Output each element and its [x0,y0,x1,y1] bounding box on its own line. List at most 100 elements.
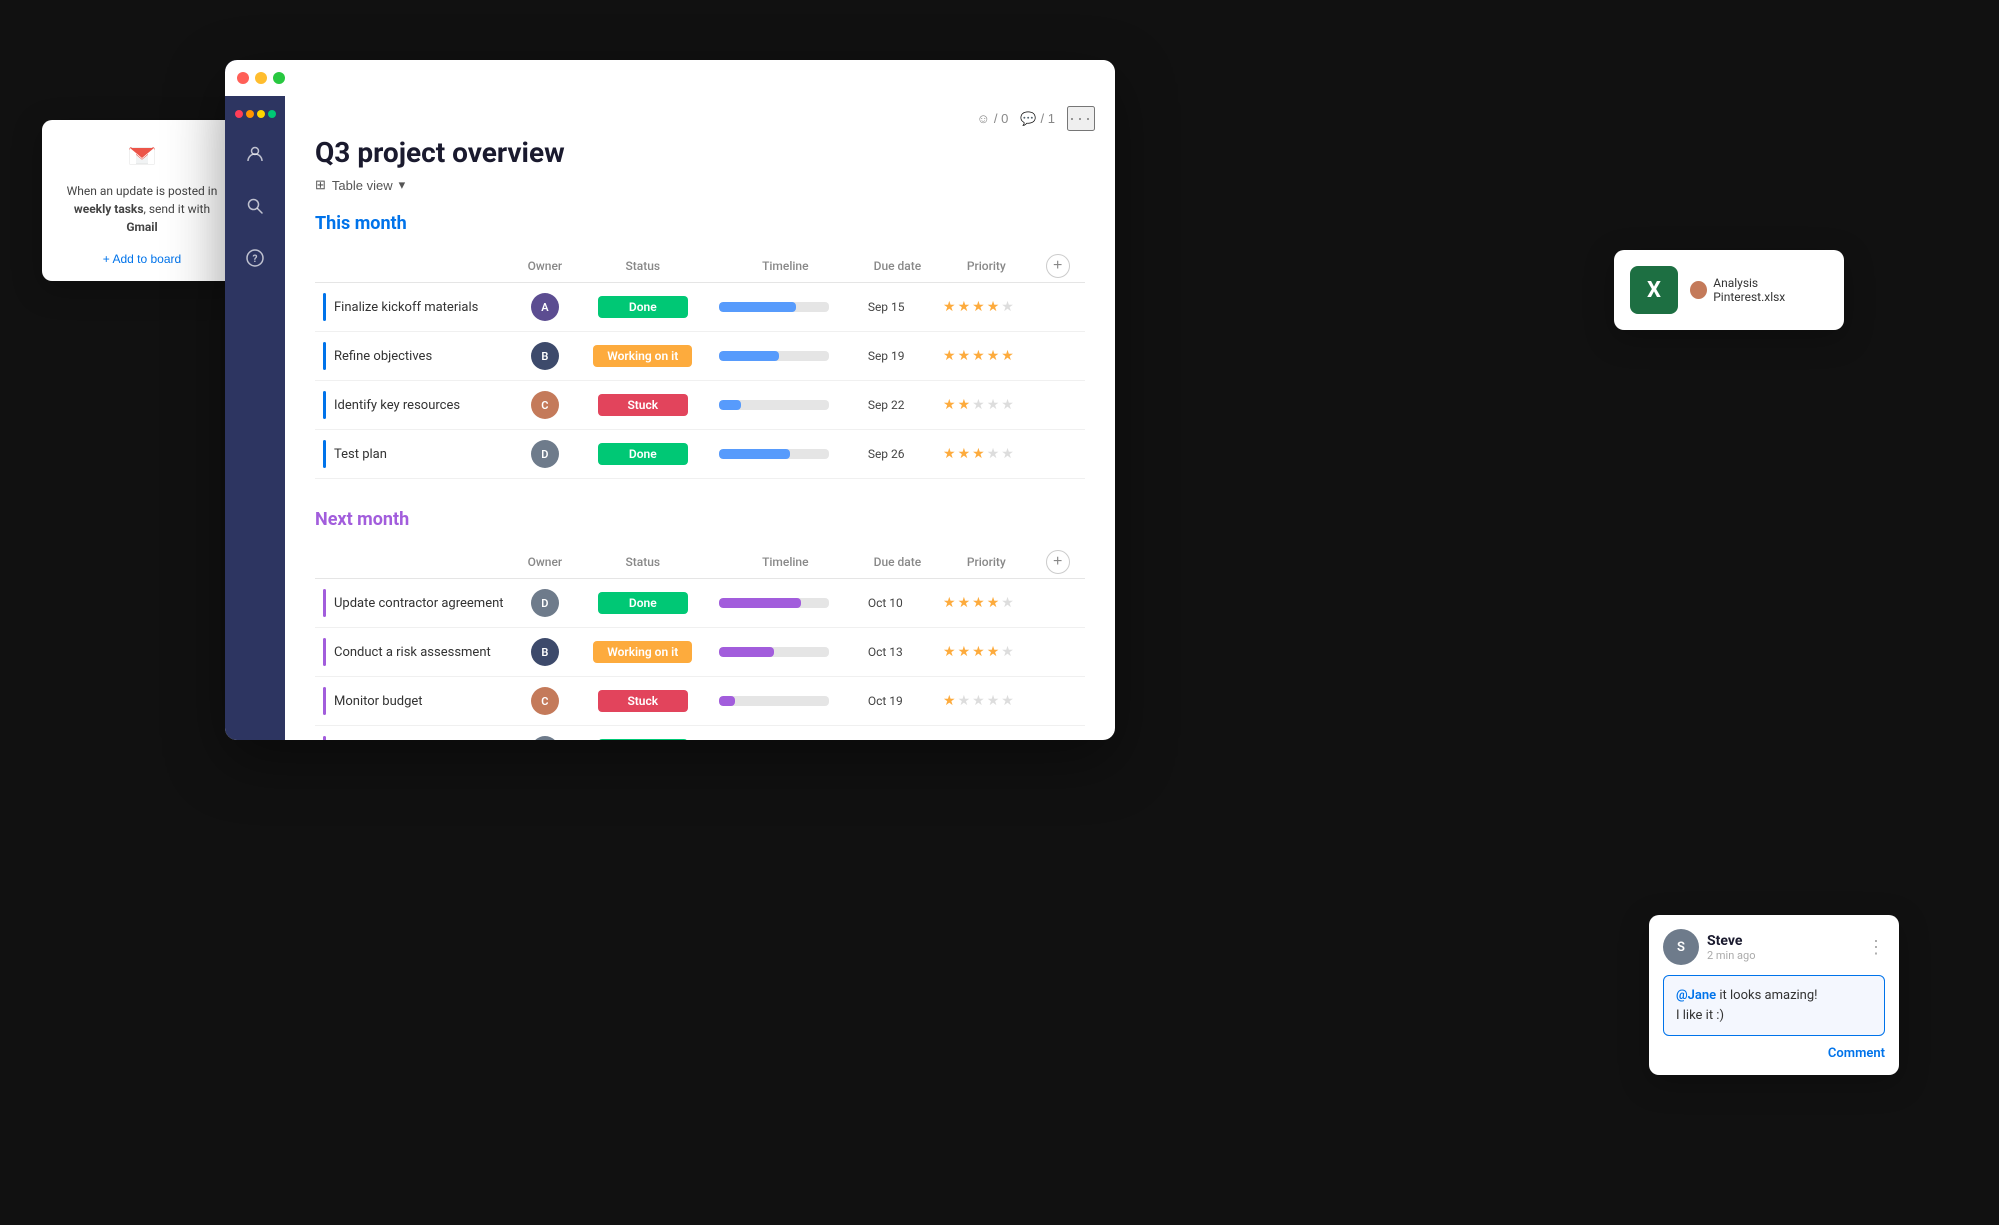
left-bar [323,293,326,321]
star-5: ★ [1001,693,1014,709]
priority-cell: ★★★★★ [935,381,1038,430]
avatar: C [531,391,559,419]
sidebar-search-icon[interactable] [239,190,271,222]
this-month-table: Owner Status Timeline Due date Priority … [315,250,1085,479]
priority-stars: ★★★★★ [943,644,1030,660]
priority-cell: ★★★★★ [935,332,1038,381]
comment-action-button[interactable]: Comment [1663,1046,1885,1061]
timeline-fill [719,449,791,459]
status-badge[interactable]: Stuck [598,690,688,712]
due-date-cell: Oct 10 [860,579,935,628]
comment-timestamp: 2 min ago [1707,949,1859,962]
table-row: Refine objectives B Working on it Sep 19 [315,332,1085,381]
extra-cell [1038,283,1085,332]
star-5: ★ [1001,397,1014,413]
avatar: B [531,342,559,370]
gmail-icon [58,140,226,172]
star-1: ★ [943,397,956,413]
close-dot[interactable] [237,72,249,84]
star-1: ★ [943,595,956,611]
add-to-board-button[interactable]: + Add to board [103,252,181,266]
maximize-dot[interactable] [273,72,285,84]
owner-cell: B [515,332,575,381]
header-controls: ☺ / 0 💬 / 1 ··· [977,106,1095,131]
svg-text:?: ? [253,254,258,265]
extra-cell [1038,677,1085,726]
task-name-cell: Monitor budget [315,677,515,726]
excel-user-avatar [1690,281,1707,299]
commenter-name: Steve [1707,933,1859,949]
sidebar-people-icon[interactable] [239,138,271,170]
timeline-cell [711,381,860,430]
col-timeline-1: Timeline [711,546,860,579]
due-date-cell: Sep 19 [860,332,935,381]
commenter-info: Steve 2 min ago [1707,933,1859,962]
status-badge[interactable]: Done [598,739,688,740]
table-row: Finalize kickoff materials A Done Sep 15 [315,283,1085,332]
timeline-track [719,449,829,459]
star-5: ★ [1001,595,1014,611]
priority-stars: ★★★★★ [943,446,1030,462]
add-column-button-0[interactable]: + [1046,254,1070,278]
minimize-dot[interactable] [255,72,267,84]
priority-cell: ★★★★★ [935,430,1038,479]
timeline-cell [711,726,860,741]
extra-cell [1038,381,1085,430]
timeline-fill [719,598,802,608]
left-bar [323,342,326,370]
reaction-icon: ☺ [977,111,990,126]
star-2: ★ [958,446,971,462]
add-column-button-1[interactable]: + [1046,550,1070,574]
star-3: ★ [972,644,985,660]
left-bar [323,736,326,740]
next-month-header: Next month [315,509,1085,530]
status-badge[interactable]: Working on it [593,345,692,367]
status-cell: Done [575,283,711,332]
priority-cell: ★★★★★ [935,283,1038,332]
priority-stars: ★★★★★ [943,693,1030,709]
page-title: Q3 project overview [315,136,1085,169]
table-row: Test plan D Done Sep 26 [315,430,1085,479]
due-date: Sep 15 [868,300,905,314]
priority-cell: ★★★★★ [935,579,1038,628]
col-status-1: Status [575,546,711,579]
avatar: D [531,440,559,468]
left-bar [323,391,326,419]
star-1: ★ [943,446,956,462]
col-owner-1: Owner [515,546,575,579]
sidebar-help-icon[interactable]: ? [239,242,271,274]
reactions-button[interactable]: ☺ / 0 [977,111,1009,126]
main-window: ? Q3 project overview ☺ / 0 💬 / 1 ··· ⊞ … [225,60,1115,740]
status-badge[interactable]: Working on it [593,641,692,663]
timeline-cell [711,430,860,479]
star-4: ★ [987,644,1000,660]
star-3: ★ [972,397,985,413]
due-date: Sep 22 [868,398,905,412]
timeline-cell [711,283,860,332]
star-3: ★ [972,446,985,462]
status-badge[interactable]: Stuck [598,394,688,416]
col-priority-1: Priority [935,546,1038,579]
status-badge[interactable]: Done [598,443,688,465]
status-cell: Done [575,579,711,628]
comment-more-button[interactable]: ⋮ [1867,937,1885,958]
col-timeline-0: Timeline [711,250,860,283]
more-options-button[interactable]: ··· [1067,106,1095,131]
task-name: Test plan [334,447,387,462]
star-3: ★ [972,299,985,315]
task-name: Monitor budget [334,694,423,709]
task-name-cell: Conduct a risk assessment [315,628,515,677]
comments-button[interactable]: 💬 / 1 [1020,111,1055,127]
status-badge[interactable]: Done [598,296,688,318]
table-row: Identify key resources C Stuck Sep 22 [315,381,1085,430]
table-view-button[interactable]: ⊞ Table view ▾ [315,177,405,193]
avatar: D [531,736,559,740]
star-1: ★ [943,299,956,315]
status-badge[interactable]: Done [598,592,688,614]
star-1: ★ [943,693,956,709]
owner-cell: D [515,579,575,628]
timeline-track [719,400,829,410]
star-5: ★ [1001,299,1014,315]
task-name: Finalize kickoff materials [334,300,478,315]
status-cell: Stuck [575,381,711,430]
